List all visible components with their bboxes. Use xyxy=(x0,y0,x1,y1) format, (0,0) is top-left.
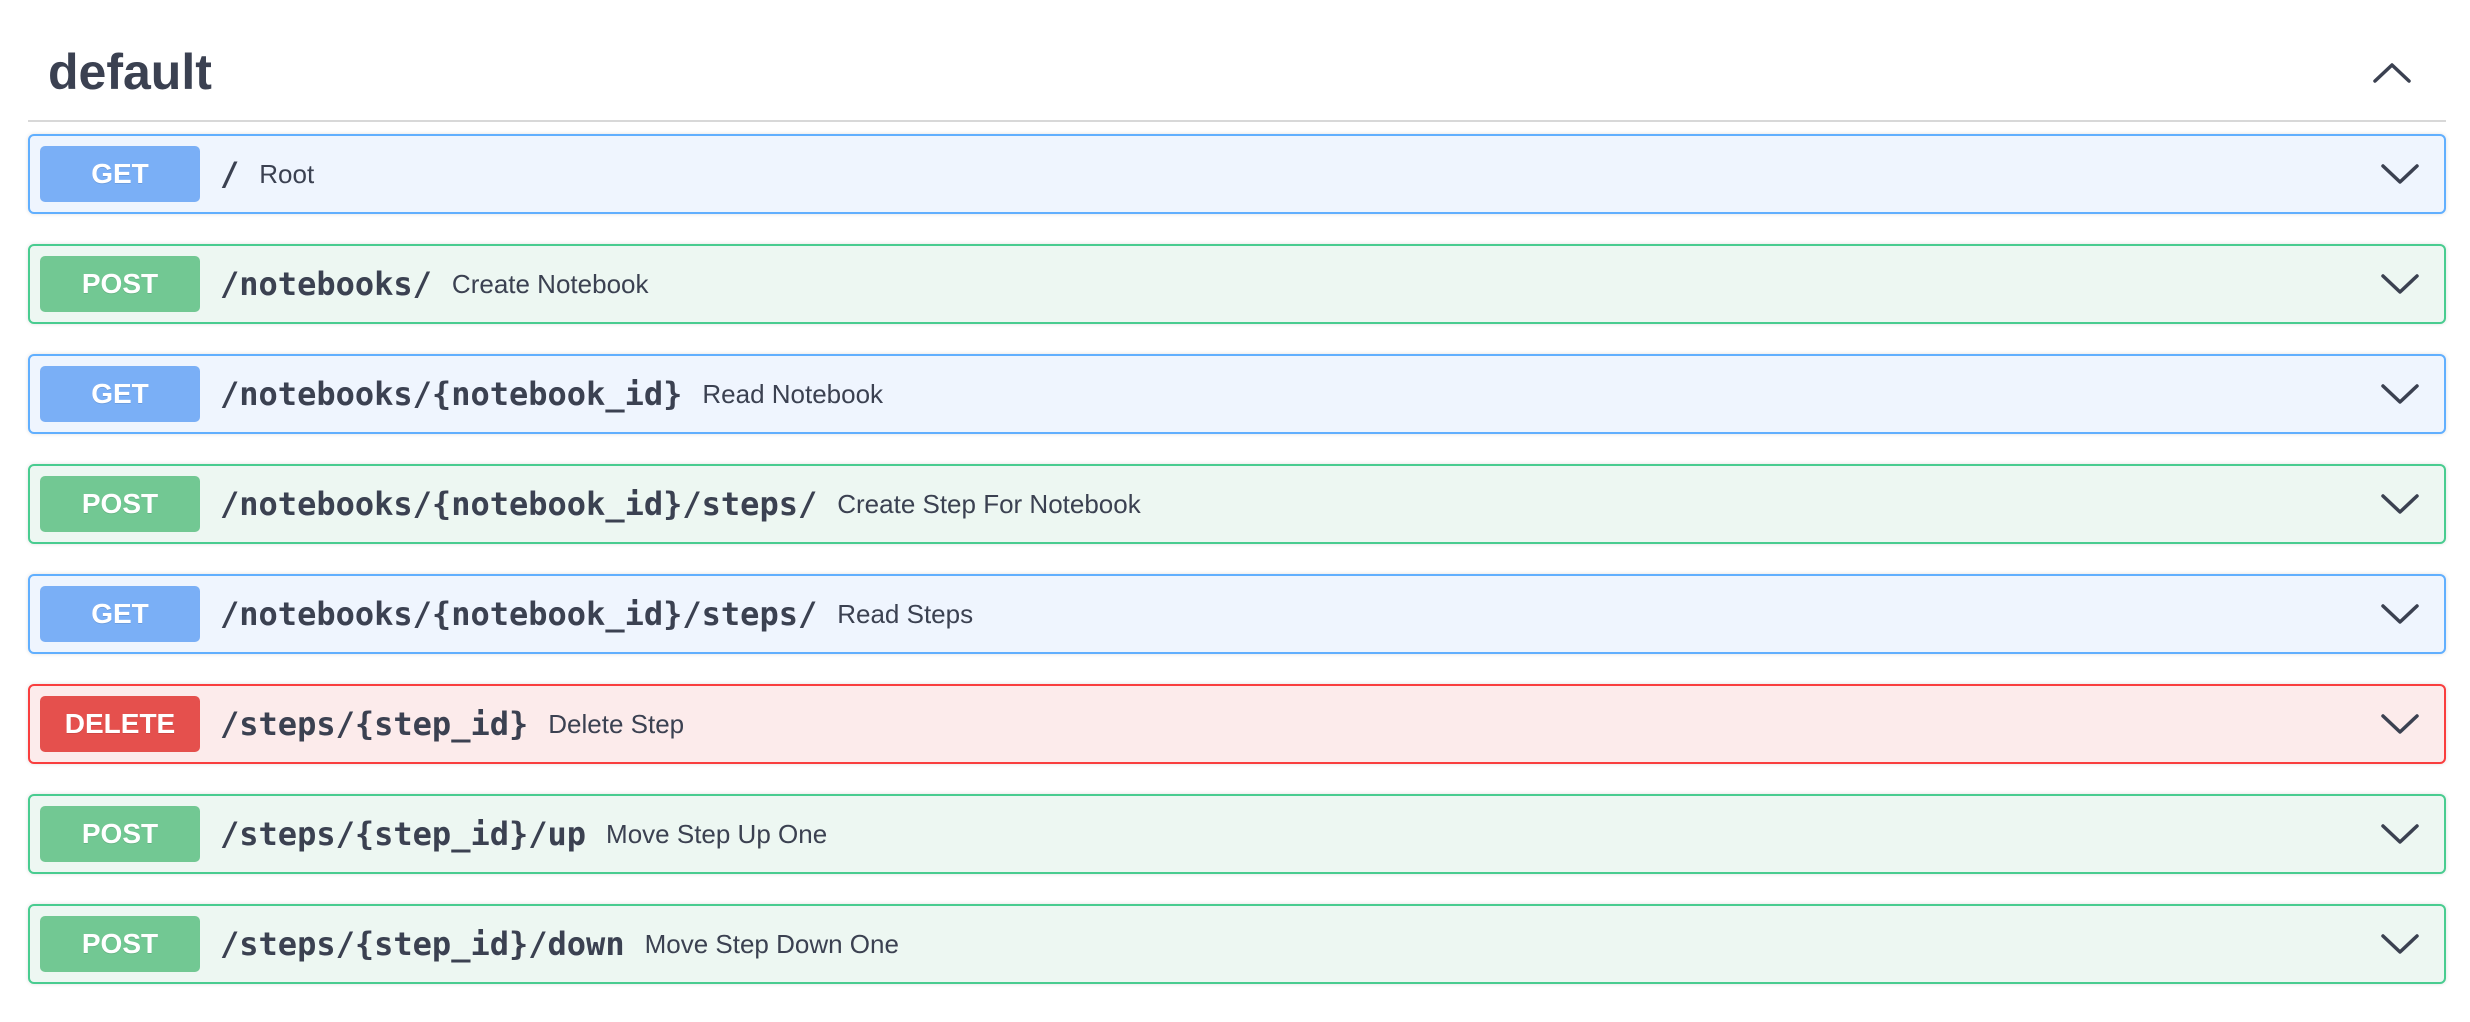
method-badge: GET xyxy=(40,586,200,642)
operation-summary: Create Notebook xyxy=(451,268,649,299)
operation-path: /notebooks/{notebook_id}/steps/ xyxy=(220,485,818,523)
operation-post-step-down[interactable]: POST /steps/{step_id}/down Move Step Dow… xyxy=(28,904,2446,984)
operation-path: /notebooks/ xyxy=(220,265,432,303)
chevron-down-icon[interactable] xyxy=(2378,152,2422,196)
operation-summary: Read Notebook xyxy=(702,378,884,409)
operation-summary: Root xyxy=(259,158,315,189)
method-badge: POST xyxy=(40,256,200,312)
operation-post-notebook-steps[interactable]: POST /notebooks/{notebook_id}/steps/ Cre… xyxy=(28,464,2446,544)
method-badge: POST xyxy=(40,476,200,532)
method-badge: GET xyxy=(40,366,200,422)
operation-summary: Move Step Down One xyxy=(644,928,899,959)
operation-path: /notebooks/{notebook_id} xyxy=(220,375,683,413)
operation-path: / xyxy=(220,155,240,193)
operation-path: /notebooks/{notebook_id}/steps/ xyxy=(220,595,818,633)
chevron-down-icon[interactable] xyxy=(2378,702,2422,746)
operation-path: /steps/{step_id}/up xyxy=(220,815,587,853)
operation-delete-step[interactable]: DELETE /steps/{step_id} Delete Step xyxy=(28,684,2446,764)
operation-get-root[interactable]: GET / Root xyxy=(28,134,2446,214)
chevron-down-icon[interactable] xyxy=(2378,372,2422,416)
operation-post-step-up[interactable]: POST /steps/{step_id}/up Move Step Up On… xyxy=(28,794,2446,874)
operation-path: /steps/{step_id}/down xyxy=(220,925,625,963)
operation-summary: Delete Step xyxy=(548,708,685,739)
operation-get-notebook[interactable]: GET /notebooks/{notebook_id} Read Notebo… xyxy=(28,354,2446,434)
operation-path: /steps/{step_id} xyxy=(220,705,529,743)
method-badge: POST xyxy=(40,806,200,862)
operations-section: default GET / Root POST /notebooks/ Crea… xyxy=(28,0,2446,984)
method-badge: GET xyxy=(40,146,200,202)
chevron-down-icon[interactable] xyxy=(2378,922,2422,966)
operation-get-notebook-steps[interactable]: GET /notebooks/{notebook_id}/steps/ Read… xyxy=(28,574,2446,654)
operation-summary: Create Step For Notebook xyxy=(837,488,1141,519)
chevron-down-icon[interactable] xyxy=(2378,592,2422,636)
operation-summary: Move Step Up One xyxy=(606,818,828,849)
chevron-down-icon[interactable] xyxy=(2378,482,2422,526)
chevron-down-icon[interactable] xyxy=(2378,812,2422,856)
section-title: default xyxy=(48,44,212,100)
chevron-up-icon[interactable] xyxy=(2362,42,2422,102)
method-badge: POST xyxy=(40,916,200,972)
section-header[interactable]: default xyxy=(28,0,2446,122)
operation-summary: Read Steps xyxy=(837,598,974,629)
method-badge: DELETE xyxy=(40,696,200,752)
operation-post-notebooks[interactable]: POST /notebooks/ Create Notebook xyxy=(28,244,2446,324)
chevron-down-icon[interactable] xyxy=(2378,262,2422,306)
